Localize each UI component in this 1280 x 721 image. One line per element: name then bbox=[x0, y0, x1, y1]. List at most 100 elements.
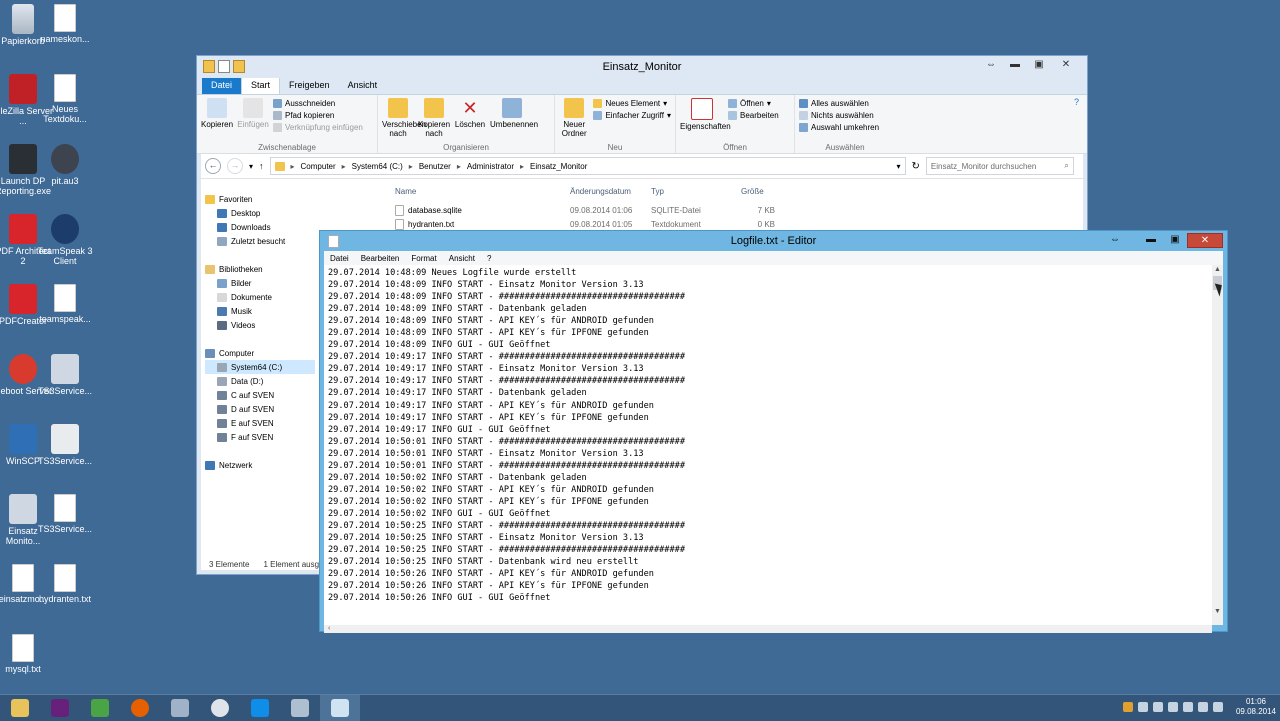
tray-teamviewer-icon[interactable] bbox=[1182, 702, 1193, 712]
tab-view[interactable]: Ansicht bbox=[339, 78, 387, 94]
breadcrumb-system64[interactable]: System64 (C:) bbox=[352, 162, 403, 171]
column-size[interactable]: Größe bbox=[741, 187, 775, 196]
breadcrumb-einsatz-monitor[interactable]: Einsatz_Monitor bbox=[530, 162, 587, 171]
maximize-button[interactable]: ▣ bbox=[1027, 58, 1051, 72]
taskbar-teamviewer[interactable] bbox=[240, 695, 280, 721]
nav-pictures[interactable]: Bilder bbox=[205, 276, 315, 290]
nav-videos[interactable]: Videos bbox=[205, 318, 315, 332]
paste-shortcut-button[interactable]: Verknüpfung einfügen bbox=[273, 123, 363, 132]
tab-share[interactable]: Freigeben bbox=[280, 78, 339, 94]
breadcrumb-administrator[interactable]: Administrator bbox=[467, 162, 514, 171]
tray-network-icon[interactable] bbox=[1152, 702, 1163, 712]
move-to-button[interactable]: Verschieben nach bbox=[382, 97, 426, 141]
nav-music[interactable]: Musik bbox=[205, 304, 315, 318]
desktop-shortcut[interactable]: hydranten.txt bbox=[34, 564, 96, 604]
taskbar-clock[interactable]: 01:06 09.08.2014 bbox=[1236, 697, 1276, 717]
new-item-button[interactable]: Neues Element ▾ bbox=[593, 99, 671, 108]
select-all-button[interactable]: Alles auswählen bbox=[799, 99, 879, 108]
nav-recent[interactable]: Zuletzt besucht bbox=[205, 234, 315, 248]
taskbar-firefox[interactable] bbox=[120, 695, 160, 721]
forward-icon[interactable]: → bbox=[227, 158, 243, 174]
taskbar-explorer[interactable] bbox=[0, 695, 40, 721]
nav-net-drive-e[interactable]: E auf SVEN bbox=[205, 416, 315, 430]
menu-edit[interactable]: Bearbeiten bbox=[361, 254, 400, 263]
taskbar-task-manager[interactable] bbox=[80, 695, 120, 721]
taskbar-network[interactable] bbox=[160, 695, 200, 721]
select-none-button[interactable]: Nichts auswählen bbox=[799, 111, 879, 120]
recent-pages-chevron-icon[interactable]: ▾ bbox=[249, 162, 253, 171]
scroll-up-icon[interactable]: ▲ bbox=[1212, 265, 1223, 275]
desktop-shortcut[interactable]: TS3Service... bbox=[34, 424, 96, 466]
refresh-icon[interactable]: ↻ bbox=[912, 161, 920, 172]
taskbar-visual-studio[interactable] bbox=[40, 695, 80, 721]
new-folder-icon[interactable] bbox=[233, 60, 245, 73]
scroll-down-icon[interactable]: ▼ bbox=[1212, 607, 1223, 617]
tray-app-icon[interactable] bbox=[1122, 702, 1133, 712]
taskbar-notepad[interactable] bbox=[320, 695, 360, 721]
properties-button[interactable]: Eigenschaften bbox=[680, 97, 731, 141]
nav-network[interactable]: Netzwerk bbox=[205, 458, 315, 472]
properties-icon[interactable] bbox=[218, 60, 230, 73]
notepad-titlebar[interactable]: Logfile.txt - Editor ⇔ ▬ ▣ ✕ bbox=[320, 231, 1227, 251]
breadcrumb-benutzer[interactable]: Benutzer bbox=[419, 162, 451, 171]
restore-left-button[interactable]: ⇔ bbox=[1103, 233, 1127, 246]
file-row[interactable]: hydranten.txt 09.08.2014 01:05 Textdokum… bbox=[393, 217, 775, 231]
rename-button[interactable]: Umbenennen bbox=[490, 97, 538, 141]
tray-monitor-icon[interactable] bbox=[1212, 702, 1223, 712]
desktop-shortcut[interactable]: Neues Textdoku... bbox=[34, 74, 96, 124]
nav-downloads[interactable]: Downloads bbox=[205, 220, 315, 234]
nav-favorites[interactable]: Favoriten bbox=[205, 192, 315, 206]
maximize-button[interactable]: ▣ bbox=[1163, 233, 1187, 246]
invert-selection-button[interactable]: Auswahl umkehren bbox=[799, 123, 879, 132]
easy-access-button[interactable]: Einfacher Zugriff ▾ bbox=[593, 111, 671, 120]
up-icon[interactable]: ↑ bbox=[259, 161, 264, 171]
close-button[interactable]: ✕ bbox=[1051, 58, 1081, 72]
nav-net-drive-f[interactable]: F auf SVEN bbox=[205, 430, 315, 444]
desktop-shortcut[interactable]: pit.au3 bbox=[34, 144, 96, 186]
close-button[interactable]: ✕ bbox=[1187, 233, 1223, 248]
tab-start[interactable]: Start bbox=[241, 77, 281, 94]
desktop-shortcut[interactable]: TS3Service... bbox=[34, 354, 96, 396]
menu-format[interactable]: Format bbox=[411, 254, 436, 263]
copy-to-button[interactable]: Kopieren nach bbox=[418, 97, 450, 141]
column-name[interactable]: Name bbox=[393, 187, 570, 196]
cut-button[interactable]: Ausschneiden bbox=[273, 99, 363, 108]
notepad-text-area[interactable]: 29.07.2014 10:48:09 Neues Logfile wurde … bbox=[324, 265, 1212, 625]
tab-file[interactable]: Datei bbox=[202, 78, 242, 94]
tray-flag-icon[interactable] bbox=[1137, 702, 1148, 712]
nav-libraries[interactable]: Bibliotheken bbox=[205, 262, 315, 276]
nav-drive-c[interactable]: System64 (C:) bbox=[205, 360, 315, 374]
nav-drive-d[interactable]: Data (D:) bbox=[205, 374, 315, 388]
horizontal-scrollbar[interactable]: ‹ bbox=[324, 625, 1212, 633]
tray-sound-icon[interactable] bbox=[1167, 702, 1178, 712]
nav-desktop[interactable]: Desktop bbox=[205, 206, 315, 220]
back-icon[interactable]: ← bbox=[205, 158, 221, 174]
column-date[interactable]: Änderungsdatum bbox=[570, 187, 651, 196]
desktop-shortcut[interactable]: TeamSpeak 3 Client bbox=[34, 214, 96, 266]
address-dropdown-icon[interactable]: ▾ bbox=[897, 162, 901, 171]
breadcrumb-computer[interactable]: Computer bbox=[301, 162, 336, 171]
address-bar[interactable]: ▸ Computer ▸ System64 (C:) ▸ Benutzer ▸ Adm… bbox=[269, 157, 906, 175]
nav-documents[interactable]: Dokumente bbox=[205, 290, 315, 304]
menu-view[interactable]: Ansicht bbox=[449, 254, 475, 263]
new-folder-button[interactable]: Neuer Ordner bbox=[559, 97, 589, 141]
open-button[interactable]: Öffnen ▾ bbox=[728, 99, 779, 108]
nav-net-drive-c[interactable]: C auf SVEN bbox=[205, 388, 315, 402]
desktop-shortcut[interactable]: teamspeak... bbox=[34, 284, 96, 324]
tray-keyboard-icon[interactable] bbox=[1197, 702, 1208, 712]
edit-button[interactable]: Bearbeiten bbox=[728, 111, 779, 120]
menu-file[interactable]: Datei bbox=[330, 254, 349, 263]
explorer-titlebar[interactable]: Einsatz_Monitor ⇔ ▬ ▣ ✕ bbox=[197, 56, 1087, 78]
paste-button[interactable]: Einfügen bbox=[237, 97, 269, 141]
delete-button[interactable]: ✕ Löschen bbox=[454, 97, 486, 141]
nav-computer[interactable]: Computer bbox=[205, 346, 315, 360]
desktop-shortcut[interactable]: TS3Service... bbox=[34, 494, 96, 534]
help-icon[interactable]: ? bbox=[1074, 97, 1079, 107]
vertical-scrollbar[interactable]: ▲ ▼ bbox=[1212, 265, 1223, 625]
nav-net-drive-d[interactable]: D auf SVEN bbox=[205, 402, 315, 416]
copy-button[interactable]: Kopieren bbox=[201, 97, 233, 141]
file-row[interactable]: database.sqlite 09.08.2014 01:06 SQLITE-… bbox=[393, 203, 775, 217]
taskbar-clock-app[interactable] bbox=[200, 695, 240, 721]
desktop-shortcut[interactable]: nameskon... bbox=[34, 4, 96, 44]
column-type[interactable]: Typ bbox=[651, 187, 741, 196]
